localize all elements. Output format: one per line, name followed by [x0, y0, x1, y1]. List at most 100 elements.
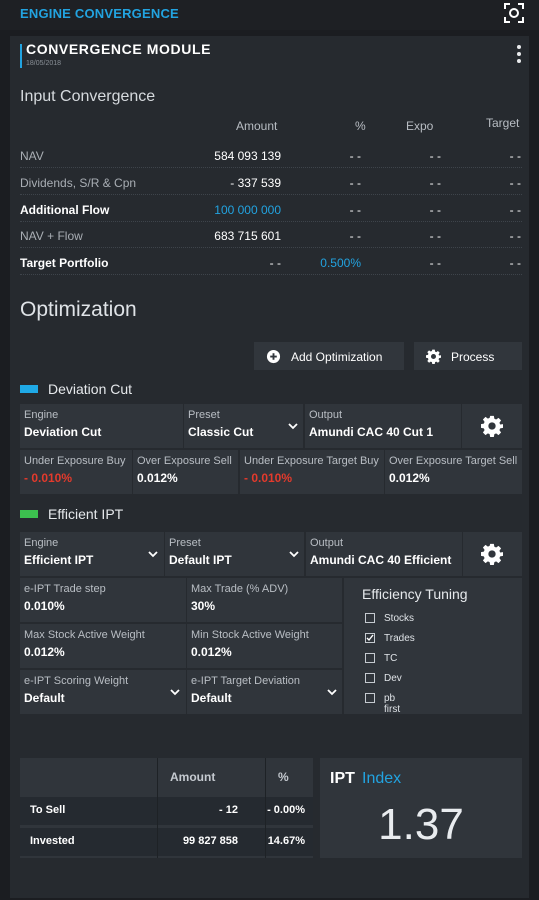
row-expo: - -	[429, 256, 441, 270]
preset-value: Default IPT	[169, 553, 232, 567]
row-label: Dividends, S/R & Cpn	[20, 176, 137, 190]
row-target: - -	[509, 149, 521, 163]
summary-table: Amount % To Sell - 12 - 0.00% Invested 9…	[20, 758, 313, 858]
process-label: Process	[451, 350, 495, 364]
row-label: NAV	[20, 149, 44, 163]
param-value: 0.010%	[24, 599, 65, 613]
output-value: Amundi CAC 40 Efficient	[310, 553, 452, 567]
checkmark-icon	[366, 634, 374, 642]
row-amount: 683 715 601	[214, 229, 281, 243]
row-target: - -	[509, 256, 521, 270]
gear-icon	[426, 349, 441, 364]
param-value: 0.012%	[191, 645, 232, 659]
ipt-label: IPT	[330, 770, 355, 787]
module-date: 18/05/2018	[26, 60, 62, 67]
eipt-target-deviation-select[interactable]: e-IPT Target Deviation Default	[187, 670, 342, 714]
ipt-index-card: IPT Index 1.37	[320, 758, 522, 858]
preset-select[interactable]: Preset Classic Cut	[184, 404, 303, 448]
max-trade-adv-field[interactable]: Max Trade (% ADV) 30%	[187, 578, 342, 622]
column-divider	[157, 758, 158, 858]
row-amount: - -	[269, 256, 281, 270]
checkbox-box	[365, 673, 375, 683]
deviation-cut-color-swatch	[20, 385, 38, 393]
table-row: NAV 584 093 139 - - - - - -	[20, 142, 522, 168]
more-options-icon[interactable]	[509, 44, 529, 66]
add-optimization-label: Add Optimization	[291, 350, 383, 364]
preset-select[interactable]: Preset Default IPT	[165, 532, 304, 576]
output-field[interactable]: Output Amundi CAC 40 Efficient	[306, 532, 462, 576]
row-label: NAV + Flow	[20, 229, 83, 243]
over-exposure-target-sell-field[interactable]: Over Exposure Target Sell 0.012%	[385, 450, 522, 494]
col-amount: Amount	[236, 119, 278, 133]
checkbox-box	[365, 653, 375, 663]
focus-icon[interactable]	[502, 1, 526, 25]
chevron-down-icon	[170, 689, 180, 696]
add-optimization-button[interactable]: Add Optimization	[254, 342, 404, 370]
row-target: - -	[509, 203, 521, 217]
row-label: Invested	[30, 835, 75, 847]
efficiency-tuning-title: Efficiency Tuning	[362, 586, 468, 602]
engine-value: Deviation Cut	[24, 425, 102, 439]
engine-value: Efficient IPT	[24, 553, 94, 567]
row-pct: - -	[349, 229, 361, 243]
row-expo: - -	[429, 149, 441, 163]
output-field[interactable]: Output Amundi CAC 40 Cut 1	[305, 404, 461, 448]
param-value: Default	[191, 691, 232, 705]
param-label: e-IPT Target Deviation	[191, 675, 301, 687]
target-pct-input[interactable]: 0.500%	[320, 256, 361, 270]
param-label: Min Stock Active Weight	[191, 629, 309, 641]
process-button[interactable]: Process	[414, 342, 522, 370]
checkbox-box	[365, 633, 375, 643]
col-expo: Expo	[406, 119, 434, 133]
row-amount: - 337 539	[230, 176, 281, 190]
eipt-scoring-weight-select[interactable]: e-IPT Scoring Weight Default	[20, 670, 186, 714]
deviation-cut-settings-button[interactable]	[462, 404, 522, 448]
max-stock-active-weight-field[interactable]: Max Stock Active Weight 0.012%	[20, 624, 186, 668]
param-value: Default	[24, 691, 65, 705]
checkbox-label: Dev	[384, 673, 402, 684]
table-row: Invested 99 827 858 14.67%	[20, 828, 313, 856]
param-value: - 0.010%	[244, 471, 293, 485]
preset-value: Classic Cut	[188, 425, 254, 439]
param-label: Under Exposure Target Buy	[244, 455, 379, 467]
ipt-index-value: 1.37	[378, 800, 464, 849]
table-row: Target Portfolio - - 0.500% - - - -	[20, 249, 522, 275]
param-value: 0.012%	[24, 645, 65, 659]
row-label: Additional Flow	[20, 203, 110, 217]
output-value: Amundi CAC 40 Cut 1	[309, 425, 434, 439]
checkbox-box	[365, 613, 375, 623]
row-expo: - -	[429, 176, 441, 190]
additional-flow-input[interactable]: 100 000 000	[214, 203, 281, 217]
efficiency-tuning-panel: Efficiency Tuning Stocks Trades TC Dev p…	[344, 578, 522, 715]
under-exposure-buy-field[interactable]: Under Exposure Buy - 0.010%	[20, 450, 132, 494]
engine-label: Engine	[24, 537, 59, 549]
param-label: e-IPT Trade step	[24, 583, 106, 595]
chevron-down-icon	[289, 551, 299, 558]
optimization-title: Optimization	[20, 298, 137, 321]
module-title: CONVERGENCE MODULE	[26, 41, 212, 57]
engine-select[interactable]: Engine Deviation Cut	[20, 404, 183, 448]
param-value: 30%	[191, 599, 216, 613]
row-pct: - -	[349, 149, 361, 163]
param-label: Under Exposure Buy	[24, 455, 126, 467]
eipt-trade-step-field[interactable]: e-IPT Trade step 0.010%	[20, 578, 186, 622]
param-label: Max Stock Active Weight	[24, 629, 145, 641]
row-amount: - 12	[219, 804, 238, 816]
under-exposure-target-buy-field[interactable]: Under Exposure Target Buy - 0.010%	[240, 450, 384, 494]
checkbox-label: TC	[384, 653, 398, 664]
preset-label: Preset	[188, 409, 220, 421]
row-expo: - -	[429, 203, 441, 217]
table-row: Dividends, S/R & Cpn - 337 539 - - - - -…	[20, 169, 522, 195]
efficient-ipt-settings-button[interactable]	[463, 532, 522, 576]
row-expo: - -	[429, 229, 441, 243]
deviation-cut-title: Deviation Cut	[48, 381, 133, 397]
top-bar: ENGINE CONVERGENCE	[0, 0, 539, 30]
over-exposure-sell-field[interactable]: Over Exposure Sell 0.012%	[133, 450, 238, 494]
row-pct: - -	[349, 176, 361, 190]
table-row: NAV + Flow 683 715 601 - - - - - -	[20, 222, 522, 248]
min-stock-active-weight-field[interactable]: Min Stock Active Weight 0.012%	[187, 624, 342, 668]
row-label: Target Portfolio	[20, 256, 109, 270]
row-pct: - 0.00%	[267, 804, 305, 816]
engine-select[interactable]: Engine Efficient IPT	[20, 532, 164, 576]
param-label: Over Exposure Sell	[137, 455, 232, 467]
